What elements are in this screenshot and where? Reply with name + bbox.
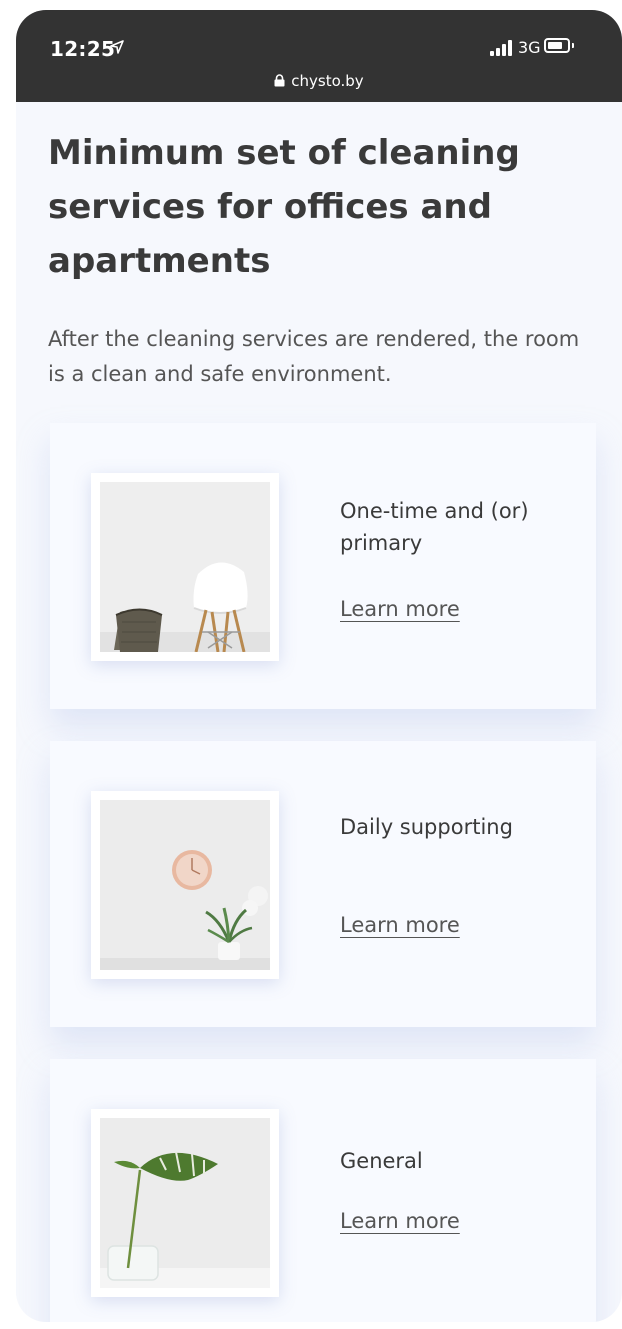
plant-photo [91,1109,279,1297]
service-card-one-time[interactable]: One-time and (or) primary Learn more [50,423,596,709]
page-title: Minimum set of cleaning services for off… [48,133,520,281]
url-text: chysto.by [291,72,364,90]
learn-more-link[interactable]: Learn more [340,1209,460,1233]
address-bar[interactable]: chysto.by [16,72,622,90]
status-time: 12:25 [50,37,116,61]
lock-icon [274,74,285,87]
card-title: General [340,1149,423,1173]
service-card-daily[interactable]: Daily supporting Learn more [50,741,596,1027]
status-bar: 12:25 3G chysto.by [16,10,622,102]
page-subtitle: After the cleaning services are rendered… [48,327,580,386]
phone-screen: 12:25 3G chysto.by Minimum set of cleani… [16,10,622,1322]
chair-photo [91,473,279,661]
card-title: Daily supporting [340,815,513,839]
battery-icon [544,38,570,53]
card-title: One-time and (or) primary [340,499,529,555]
network-label: 3G [518,38,541,57]
service-card-general[interactable]: General Learn more [50,1059,596,1322]
learn-more-link[interactable]: Learn more [340,913,460,937]
learn-more-link[interactable]: Learn more [340,597,460,621]
signal-icon [490,40,512,56]
location-arrow-icon [110,40,124,54]
clock-photo [91,791,279,979]
